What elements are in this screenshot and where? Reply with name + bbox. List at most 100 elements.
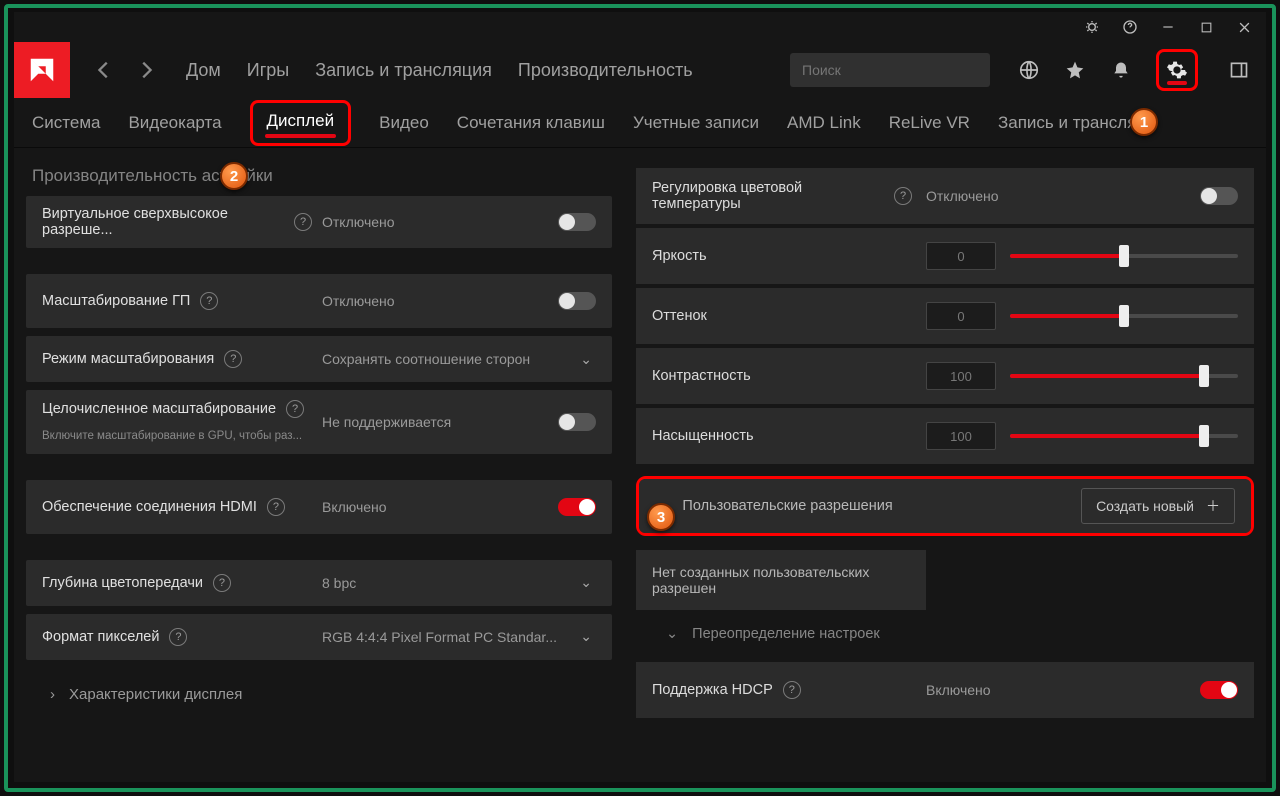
colortemp-toggle[interactable] (1200, 187, 1238, 205)
hue-num[interactable]: 0 (926, 302, 996, 330)
chevron-right-icon: › (50, 686, 55, 703)
plus-icon: ＋ (1206, 496, 1220, 516)
help-icon[interactable]: ? (286, 400, 304, 418)
top-nav: Дом Игры Запись и трансляция Производите… (186, 60, 693, 81)
nav-games[interactable]: Игры (247, 60, 289, 81)
display-specs-label: Характеристики дисплея (69, 686, 242, 703)
row-hdmi: Обеспечение соединения HDMI? Включено (26, 480, 612, 534)
badge-3: 3 (647, 503, 675, 531)
tab-system[interactable]: Система (32, 113, 100, 133)
row-brightness: Яркость 0 (636, 228, 1254, 284)
tab-accounts[interactable]: Учетные записи (633, 113, 759, 133)
colortemp-label: Регулировка цветовой температуры (652, 180, 884, 212)
saturation-num[interactable]: 100 (926, 422, 996, 450)
amd-logo[interactable] (14, 42, 70, 98)
chevron-down-icon: ⌄ (666, 626, 678, 642)
section-title: Производительность астройки (32, 166, 606, 186)
row-hue: Оттенок 0 (636, 288, 1254, 344)
bell-icon[interactable] (1110, 59, 1132, 81)
chevron-down-icon[interactable]: ⌄ (576, 351, 596, 368)
row-scale-mode[interactable]: Режим масштабирования? Сохранять соотнош… (26, 336, 612, 382)
intscale-sub: Включите масштабирование в GPU, чтобы ра… (42, 430, 302, 444)
brightness-slider[interactable] (1010, 246, 1238, 266)
saturation-slider[interactable] (1010, 426, 1238, 446)
chevron-down-icon[interactable]: ⌄ (576, 574, 596, 591)
bug-icon[interactable] (1084, 19, 1100, 35)
row-color-depth[interactable]: Глубина цветопередачи? 8 bpc ⌄ (26, 560, 612, 606)
tab-hotkeys[interactable]: Сочетания клавиш (457, 113, 605, 133)
hdcp-label: Поддержка HDCP (652, 682, 773, 698)
titlebar (14, 12, 1266, 42)
help-icon[interactable]: ? (169, 628, 187, 646)
row-contrast: Контрастность 100 (636, 348, 1254, 404)
tab-rec[interactable]: Запись и трансляц (998, 113, 1146, 133)
hdmi-value: Включено (322, 499, 548, 515)
row-pixel-format[interactable]: Формат пикселей? RGB 4:4:4 Pixel Format … (26, 614, 612, 660)
search-box[interactable] (790, 53, 990, 87)
tab-amdlink[interactable]: AMD Link (787, 113, 861, 133)
brightness-num[interactable]: 0 (926, 242, 996, 270)
settings-tabs: Система Видеокарта Дисплей Видео Сочетан… (14, 98, 1266, 148)
hdmi-label: Обеспечение соединения HDMI (42, 499, 257, 515)
nav-forward-icon[interactable] (130, 59, 162, 81)
contrast-slider[interactable] (1010, 366, 1238, 386)
row-int-scaling: Целочисленное масштабирование? Включите … (26, 390, 612, 454)
custom-res-empty: Нет созданных пользовательских разрешен (636, 550, 926, 610)
chevron-down-icon[interactable]: ⌄ (576, 628, 596, 645)
tab-video[interactable]: Видео (379, 113, 429, 133)
scalemode-label: Режим масштабирования (42, 351, 214, 367)
custom-resolutions-highlight: ⌄ Пользовательские разрешения Создать но… (636, 476, 1254, 536)
help-icon[interactable]: ? (294, 213, 312, 231)
right-panel: Регулировка цветовой температуры? Отключ… (624, 148, 1266, 782)
hue-label: Оттенок (652, 308, 912, 324)
contrast-label: Контрастность (652, 368, 912, 384)
depth-label: Глубина цветопередачи (42, 575, 203, 591)
hue-slider[interactable] (1010, 306, 1238, 326)
tab-relive[interactable]: ReLive VR (889, 113, 970, 133)
hdcp-toggle[interactable] (1200, 681, 1238, 699)
vsr-label: Виртуальное сверхвысокое разреше... (42, 206, 284, 238)
gpuscale-label: Масштабирование ГП (42, 293, 190, 309)
sidebar-toggle-icon[interactable] (1228, 59, 1250, 81)
help-icon[interactable]: ? (224, 350, 242, 368)
intscale-label: Целочисленное масштабирование (42, 401, 276, 417)
vsr-value: Отключено (322, 214, 548, 230)
help-icon[interactable]: ? (200, 292, 218, 310)
hdmi-toggle[interactable] (558, 498, 596, 516)
create-new-button[interactable]: Создать новый ＋ (1081, 488, 1235, 524)
tab-display[interactable]: Дисплей (250, 100, 352, 146)
intscale-toggle[interactable] (558, 413, 596, 431)
gpuscale-toggle[interactable] (558, 292, 596, 310)
scalemode-value: Сохранять соотношение сторон (322, 351, 566, 367)
maximize-icon[interactable] (1198, 19, 1214, 35)
brightness-label: Яркость (652, 248, 912, 264)
contrast-num[interactable]: 100 (926, 362, 996, 390)
nav-back-icon[interactable] (88, 59, 120, 81)
help-icon[interactable]: ? (783, 681, 801, 699)
help-icon[interactable]: ? (213, 574, 231, 592)
nav-stream[interactable]: Запись и трансляция (315, 60, 492, 81)
close-icon[interactable] (1236, 19, 1252, 35)
tab-gpu[interactable]: Видеокарта (128, 113, 221, 133)
nav-perf[interactable]: Производительность (518, 60, 693, 81)
help-icon[interactable]: ? (894, 187, 912, 205)
help-icon[interactable] (1122, 19, 1138, 35)
override-expander[interactable]: ⌄ Переопределение настроек (636, 610, 1254, 658)
display-specs-expander[interactable]: › Характеристики дисплея (26, 668, 612, 713)
help-icon[interactable]: ? (267, 498, 285, 516)
vsr-toggle[interactable] (558, 213, 596, 231)
topbar: Дом Игры Запись и трансляция Производите… (14, 42, 1266, 98)
gear-icon (1166, 59, 1188, 81)
pix-value: RGB 4:4:4 Pixel Format PC Standar... (322, 629, 566, 645)
search-input[interactable] (800, 61, 985, 79)
row-hdcp: Поддержка HDCP? Включено (636, 662, 1254, 718)
depth-value: 8 bpc (322, 575, 566, 591)
globe-icon[interactable] (1018, 59, 1040, 81)
star-icon[interactable] (1064, 59, 1086, 81)
colortemp-value: Отключено (926, 188, 1186, 204)
hdcp-value: Включено (926, 682, 1186, 698)
nav-home[interactable]: Дом (186, 60, 221, 81)
settings-button-highlight[interactable] (1156, 49, 1198, 91)
override-label: Переопределение настроек (692, 626, 880, 642)
minimize-icon[interactable] (1160, 19, 1176, 35)
